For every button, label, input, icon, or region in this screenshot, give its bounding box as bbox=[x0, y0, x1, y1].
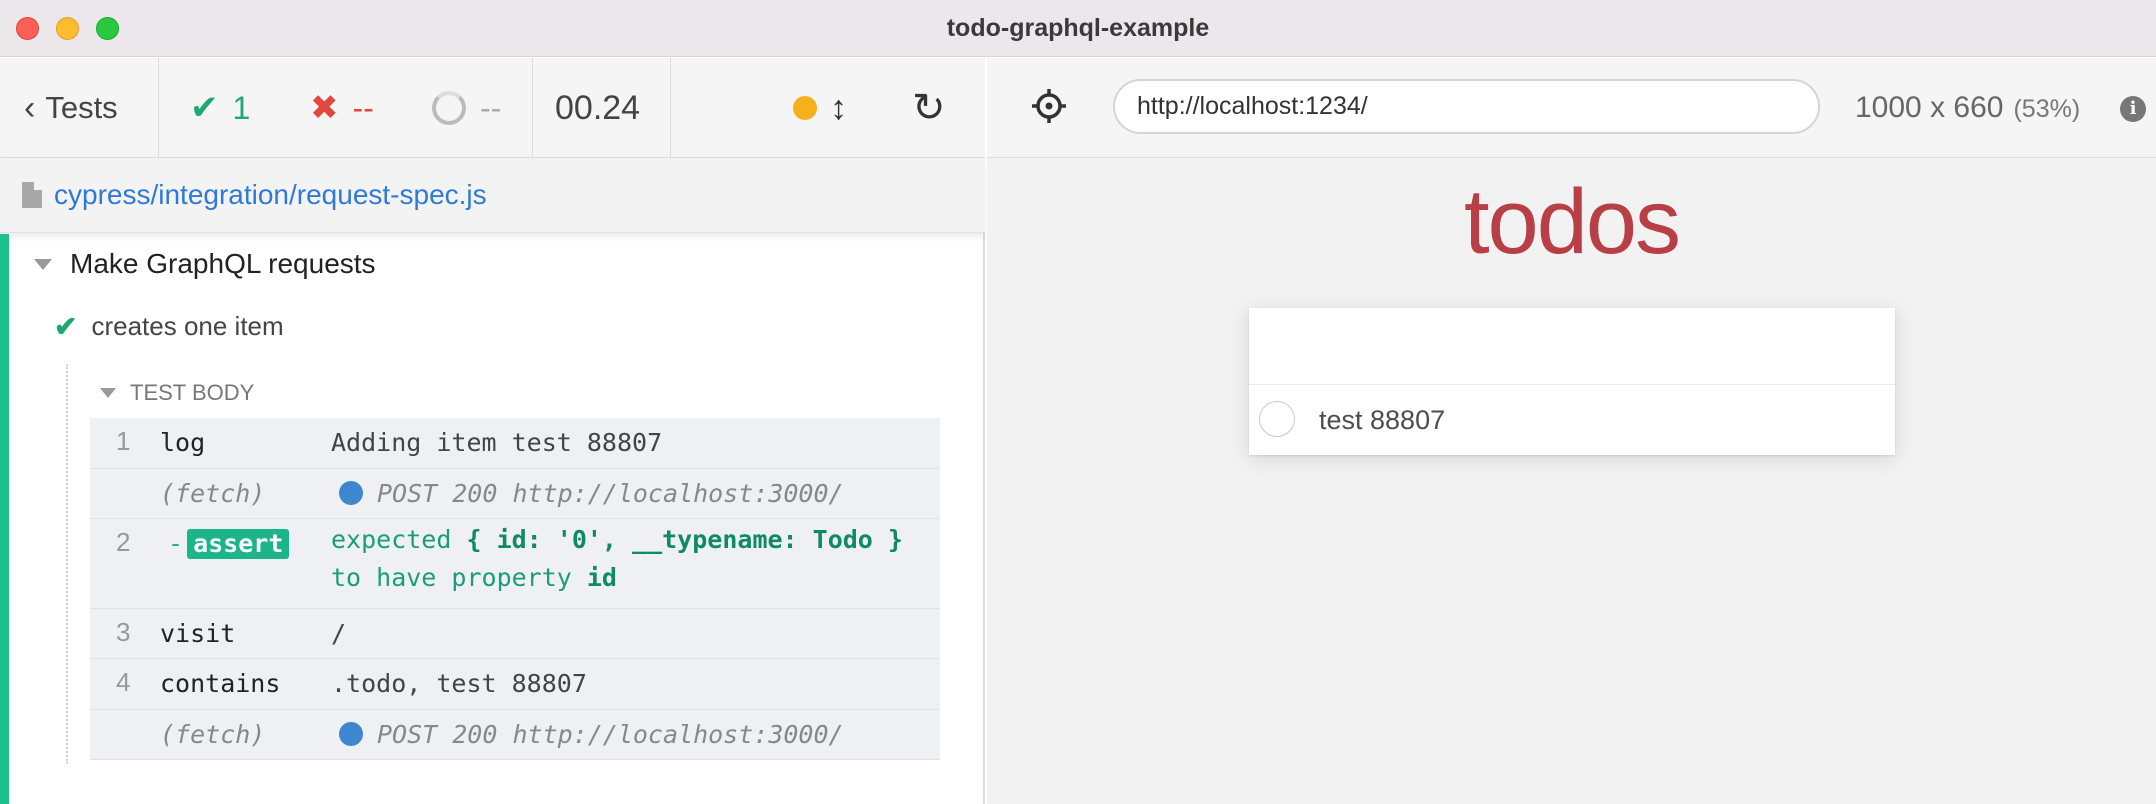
divider bbox=[532, 58, 533, 158]
command-row[interactable]: (fetch) POST 200 http://localhost:3000/ bbox=[90, 710, 940, 760]
todo-app: test 88807 bbox=[1249, 308, 1895, 455]
command-number: 3 bbox=[116, 617, 131, 647]
assert-prefix: expected bbox=[331, 525, 467, 554]
rerun-button[interactable]: ↻ bbox=[912, 58, 946, 158]
test-body-label: TEST BODY bbox=[130, 380, 255, 405]
reporter-pane: ‹ Tests ✔ 1 ✖ -- -- 00.24 ↕ ↻ cypress/in… bbox=[0, 58, 985, 804]
command-name: (fetch) bbox=[160, 720, 266, 749]
test-title-text: creates one item bbox=[91, 311, 284, 341]
spinner-icon bbox=[432, 91, 466, 125]
app-title: todos bbox=[1463, 171, 1681, 273]
viewport-size: 1000 x 660 bbox=[1855, 91, 2004, 124]
tests-label: Tests bbox=[45, 90, 118, 125]
new-todo-input[interactable] bbox=[1249, 308, 1895, 385]
assert-subject: { id: '0', __typename: Todo } bbox=[466, 525, 903, 554]
command-message: POST 200 http://localhost:3000/ bbox=[331, 479, 844, 508]
check-icon: ✔ bbox=[190, 89, 219, 127]
command-message: POST 200 http://localhost:3000/ bbox=[331, 720, 844, 749]
command-log: 1 log Adding item test 88807 (fetch) POS… bbox=[90, 418, 940, 760]
command-name: visit bbox=[160, 619, 236, 648]
pending-value: -- bbox=[480, 89, 502, 126]
pass-indicator-rail bbox=[0, 234, 9, 804]
command-row[interactable]: 1 log Adding item test 88807 bbox=[90, 418, 940, 469]
x-icon: ✖ bbox=[310, 89, 339, 127]
failed-count: ✖ -- bbox=[310, 58, 374, 158]
command-rail bbox=[66, 364, 68, 764]
status-dot-icon bbox=[793, 96, 817, 120]
reporter-header: ‹ Tests ✔ 1 ✖ -- -- 00.24 ↕ ↻ bbox=[0, 58, 985, 158]
run-duration: 00.24 bbox=[555, 88, 641, 127]
command-row[interactable]: (fetch) POST 200 http://localhost:3000/ bbox=[90, 469, 940, 519]
request-dot-icon bbox=[339, 722, 363, 746]
url-bar[interactable]: http://localhost:1234/ bbox=[1113, 79, 1820, 134]
info-icon[interactable]: i bbox=[2120, 96, 2146, 122]
viewport-scale: (53%) bbox=[2013, 95, 2081, 123]
todo-toggle-checkbox[interactable] bbox=[1259, 401, 1295, 437]
window-title: todo-graphql-example bbox=[946, 14, 1210, 42]
command-name: contains bbox=[160, 669, 281, 698]
aut-header: http://localhost:1234/ 1000 x 660 (53%) i bbox=[987, 58, 2156, 158]
command-message-text: POST 200 http://localhost:3000/ bbox=[377, 479, 844, 508]
runnables-list: Make GraphQL requests ✔ creates one item… bbox=[0, 234, 985, 804]
running-status-dot bbox=[793, 58, 817, 158]
chevron-left-icon: ‹ bbox=[24, 88, 36, 127]
reload-icon: ↻ bbox=[912, 86, 946, 130]
tests-back-button[interactable]: ‹ Tests bbox=[24, 58, 118, 158]
request-dot-icon bbox=[339, 481, 363, 505]
pending-count: -- bbox=[432, 58, 501, 158]
passed-value: 1 bbox=[232, 89, 251, 126]
command-name: - assert bbox=[168, 529, 290, 559]
command-message: .todo, test 88807 bbox=[331, 669, 587, 698]
arrows-vertical-icon: ↕ bbox=[830, 88, 847, 127]
passed-count: ✔ 1 bbox=[190, 58, 250, 158]
test-title[interactable]: ✔ creates one item bbox=[54, 310, 284, 343]
divider bbox=[670, 58, 671, 158]
caret-down-icon bbox=[100, 388, 116, 398]
viewport-info: 1000 x 660 (53%) bbox=[1855, 91, 2080, 125]
command-number: 1 bbox=[116, 426, 131, 456]
selector-playground-crosshair-icon[interactable] bbox=[1031, 88, 1067, 124]
caret-down-icon bbox=[34, 258, 52, 270]
todo-item[interactable]: test 88807 bbox=[1249, 385, 1895, 455]
divider bbox=[158, 58, 159, 158]
app-preview-pane: http://localhost:1234/ 1000 x 660 (53%) i… bbox=[987, 58, 2156, 804]
command-name: (fetch) bbox=[160, 479, 266, 508]
assert-property: id bbox=[586, 563, 617, 592]
assert-dash: - bbox=[168, 529, 184, 558]
command-name: log bbox=[160, 428, 206, 457]
auto-scroll-toggle[interactable]: ↕ bbox=[830, 58, 847, 158]
check-icon: ✔ bbox=[54, 311, 78, 342]
command-row[interactable]: 2 - assert expected { id: '0', __typename… bbox=[90, 519, 940, 609]
command-message: Adding item test 88807 bbox=[331, 428, 663, 457]
window-titlebar: todo-graphql-example bbox=[0, 0, 2156, 57]
suite-title-text: Make GraphQL requests bbox=[70, 248, 376, 279]
assert-badge: assert bbox=[187, 529, 290, 559]
command-message: expected { id: '0', __typename: Todo } t… bbox=[331, 521, 921, 597]
command-number: 2 bbox=[116, 527, 131, 557]
command-row[interactable]: 3 visit / bbox=[90, 609, 940, 659]
file-icon bbox=[22, 182, 42, 208]
failed-value: -- bbox=[352, 89, 374, 126]
command-row[interactable]: 4 contains .todo, test 88807 bbox=[90, 659, 940, 710]
todo-label: test 88807 bbox=[1319, 405, 1446, 435]
spec-file-bar: cypress/integration/request-spec.js bbox=[0, 158, 985, 233]
command-message: / bbox=[331, 619, 347, 648]
test-body-toggle[interactable]: TEST BODY bbox=[100, 380, 254, 406]
command-message-text: POST 200 http://localhost:3000/ bbox=[377, 720, 844, 749]
spec-file-link[interactable]: cypress/integration/request-spec.js bbox=[54, 179, 487, 211]
suite-title[interactable]: Make GraphQL requests bbox=[34, 248, 376, 280]
command-number: 4 bbox=[116, 667, 131, 697]
